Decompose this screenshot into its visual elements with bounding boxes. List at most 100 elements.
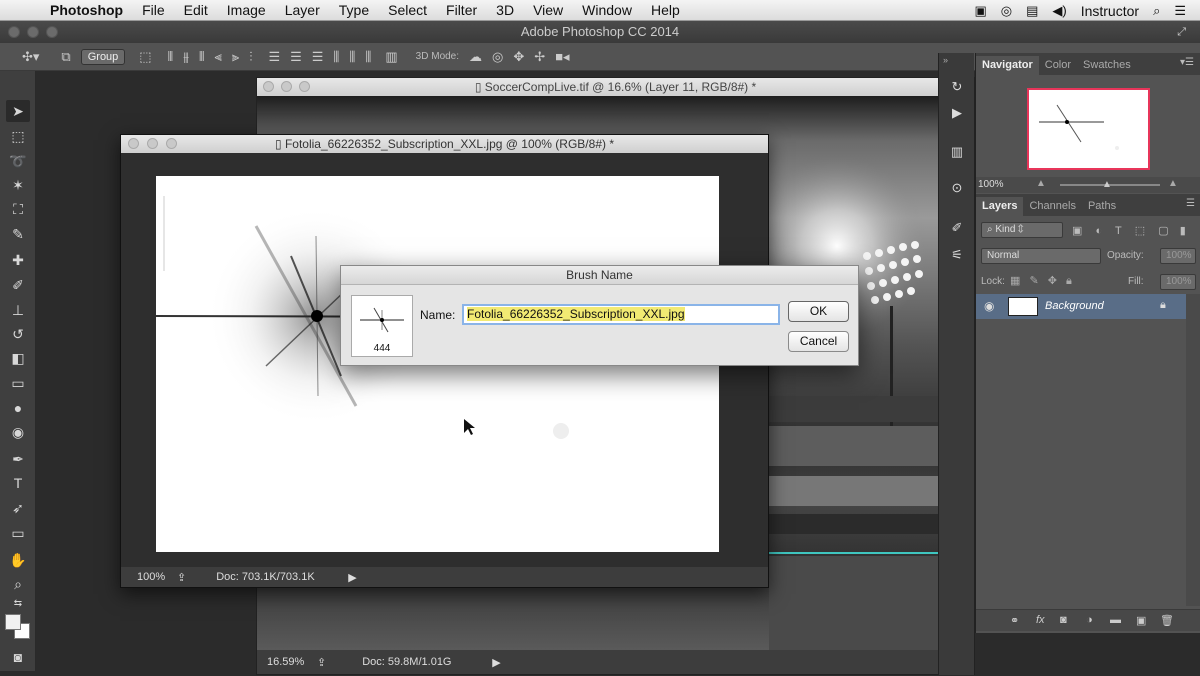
tab-navigator[interactable]: Navigator	[976, 56, 1039, 75]
magic-wand-tool-icon[interactable]: ✶	[6, 174, 30, 196]
soccer-zoom-button[interactable]	[299, 81, 310, 92]
lasso-tool-icon[interactable]: ➰	[6, 150, 30, 172]
path-selection-tool-icon[interactable]: ➶	[6, 497, 30, 519]
clone-stamp-tool-icon[interactable]: ⊥	[6, 299, 30, 321]
gradient-tool-icon[interactable]: ▭	[6, 372, 30, 394]
distribute-vcenter-icon[interactable]: ☰	[290, 49, 302, 65]
filter-shape-icon[interactable]: ⬚	[1135, 225, 1145, 237]
share-icon[interactable]: ⇪	[177, 571, 186, 584]
fullscreen-icon[interactable]: ⤢	[1177, 21, 1186, 43]
align-vcenter-icon[interactable]: ⫵	[183, 49, 189, 65]
fotolia-window-titlebar[interactable]: ▯ Fotolia_66226352_Subscription_XXL.jpg …	[121, 135, 768, 153]
zoom-window-button[interactable]	[46, 26, 58, 38]
spotlight-search-icon[interactable]: ⌕	[1153, 3, 1160, 19]
actions-panel-icon[interactable]: ▶	[947, 103, 967, 123]
menu-3d[interactable]: 3D	[496, 2, 514, 18]
align-left-icon[interactable]: ⫷	[215, 49, 222, 65]
zoom-tool-icon[interactable]: ⌕	[6, 573, 30, 595]
fotolia-zoom-button[interactable]	[166, 138, 177, 149]
layer-row-background[interactable]: ◉ Background 🔒︎	[976, 294, 1186, 319]
zoom-out-icon[interactable]: ▲	[1036, 178, 1046, 189]
display-icon[interactable]: ▤	[1026, 3, 1038, 19]
sync-icon[interactable]: ◎	[1001, 3, 1012, 19]
navigator-zoom-value[interactable]: 100%	[978, 179, 1004, 190]
menu-type[interactable]: Type	[339, 2, 369, 18]
move-tool-icon[interactable]: ➤	[6, 100, 30, 122]
3d-drag-icon[interactable]: ✥	[513, 49, 524, 65]
hand-tool-icon[interactable]: ✋	[6, 549, 30, 571]
3d-roll-icon[interactable]: ◎	[492, 49, 503, 65]
status-menu-arrow-icon[interactable]: ▶	[492, 656, 500, 669]
distribute-left-icon[interactable]: ⫼	[333, 49, 339, 65]
menu-file[interactable]: File	[142, 2, 165, 18]
transform-controls-icon[interactable]: ⬚	[139, 49, 151, 65]
ok-button[interactable]: OK	[788, 301, 849, 322]
collapse-arrows-icon[interactable]: »	[943, 55, 948, 65]
auto-align-icon[interactable]: ▥	[385, 49, 397, 65]
pen-tool-icon[interactable]: ✒	[6, 448, 30, 470]
menu-edit[interactable]: Edit	[184, 2, 208, 18]
zoom-slider-thumb[interactable]: ▲	[1102, 179, 1112, 190]
minimize-window-button[interactable]	[27, 26, 39, 38]
distribute-bottom-icon[interactable]: ☰	[312, 49, 324, 65]
align-top-icon[interactable]: ⫴	[168, 49, 173, 65]
layer-style-fx-icon[interactable]: fx	[1036, 614, 1045, 626]
move-tool-preset-icon[interactable]: ✣▾	[22, 49, 39, 65]
tab-swatches[interactable]: Swatches	[1077, 56, 1137, 75]
cancel-button[interactable]: Cancel	[788, 331, 849, 352]
new-layer-icon[interactable]: ▣	[1136, 614, 1146, 627]
adjustment-layer-icon[interactable]: ◑	[1086, 614, 1093, 626]
fotolia-minimize-button[interactable]	[147, 138, 158, 149]
distribute-top-icon[interactable]: ☰	[268, 49, 280, 65]
delete-layer-icon[interactable]: 🗑︎	[1160, 614, 1174, 627]
fotolia-zoom-level[interactable]: 100%	[137, 571, 169, 583]
soccer-window-titlebar[interactable]: ▯ SoccerCompLive.tif @ 16.6% (Layer 11, …	[257, 78, 974, 96]
menu-help[interactable]: Help	[651, 2, 680, 18]
crop-tool-icon[interactable]: ⛶	[6, 198, 30, 220]
menu-window[interactable]: Window	[582, 2, 632, 18]
foreground-color-swatch[interactable]	[5, 614, 21, 630]
menu-filter[interactable]: Filter	[446, 2, 477, 18]
type-tool-icon[interactable]: T	[6, 472, 30, 494]
tab-channels[interactable]: Channels	[1023, 197, 1081, 216]
menu-image[interactable]: Image	[227, 2, 266, 18]
lock-transparent-icon[interactable]: ▦	[1010, 275, 1020, 287]
properties-panel-icon[interactable]: ⚟	[947, 245, 967, 265]
healing-brush-tool-icon[interactable]: ✚	[6, 249, 30, 271]
filter-pixel-icon[interactable]: ▣	[1072, 225, 1082, 237]
3d-slide-icon[interactable]: ✢	[534, 49, 545, 65]
user-name[interactable]: Instructor	[1081, 3, 1139, 19]
rectangle-tool-icon[interactable]: ▭	[6, 522, 30, 544]
layer-filter-kind-dropdown[interactable]: ⌕ Kind ⇕	[981, 222, 1063, 238]
dodge-tool-icon[interactable]: ◉	[6, 421, 30, 443]
new-group-icon[interactable]: ▬	[1110, 614, 1121, 626]
align-hcenter-icon[interactable]: ⫸	[232, 49, 239, 65]
add-mask-icon[interactable]: ◙	[1060, 614, 1067, 626]
brush-presets-panel-icon[interactable]: ✐	[947, 218, 967, 238]
blur-tool-icon[interactable]: ●	[6, 397, 30, 419]
lock-all-icon[interactable]: 🔒︎	[1066, 275, 1072, 287]
3d-scale-icon[interactable]: ■◂	[555, 49, 569, 65]
brush-name-input[interactable]: Fotolia_66226352_Subscription_XXL.jpg	[462, 304, 780, 325]
navigator-thumbnail[interactable]	[1027, 88, 1150, 170]
history-brush-tool-icon[interactable]: ↺	[6, 323, 30, 345]
distribute-right-icon[interactable]: ⫼	[365, 49, 371, 65]
align-bottom-icon[interactable]: ⫴	[199, 49, 204, 65]
notification-list-icon[interactable]: ☰	[1174, 3, 1186, 19]
soccer-zoom-level[interactable]: 16.59%	[267, 656, 307, 668]
marquee-tool-icon[interactable]: ⬚	[6, 125, 30, 147]
soccer-close-button[interactable]	[263, 81, 274, 92]
visibility-eye-icon[interactable]: ◉	[984, 299, 994, 313]
filter-type-icon[interactable]: T	[1115, 225, 1122, 237]
menu-select[interactable]: Select	[388, 2, 427, 18]
tab-layers[interactable]: Layers	[976, 197, 1024, 216]
auto-select-dropdown[interactable]: Group	[80, 48, 126, 65]
volume-icon[interactable]: ◀)	[1052, 3, 1066, 19]
zoom-in-icon[interactable]: ▲	[1168, 178, 1178, 189]
filter-adjustment-icon[interactable]: ◐	[1095, 225, 1102, 237]
opacity-field[interactable]: 100%	[1160, 248, 1196, 264]
filter-smart-object-icon[interactable]: ▢	[1158, 225, 1168, 237]
auto-select-icon[interactable]: ⧉	[61, 49, 70, 65]
clone-source-panel-icon[interactable]: ⊙	[947, 178, 967, 198]
filter-toggle-icon[interactable]: ▮	[1180, 225, 1186, 237]
